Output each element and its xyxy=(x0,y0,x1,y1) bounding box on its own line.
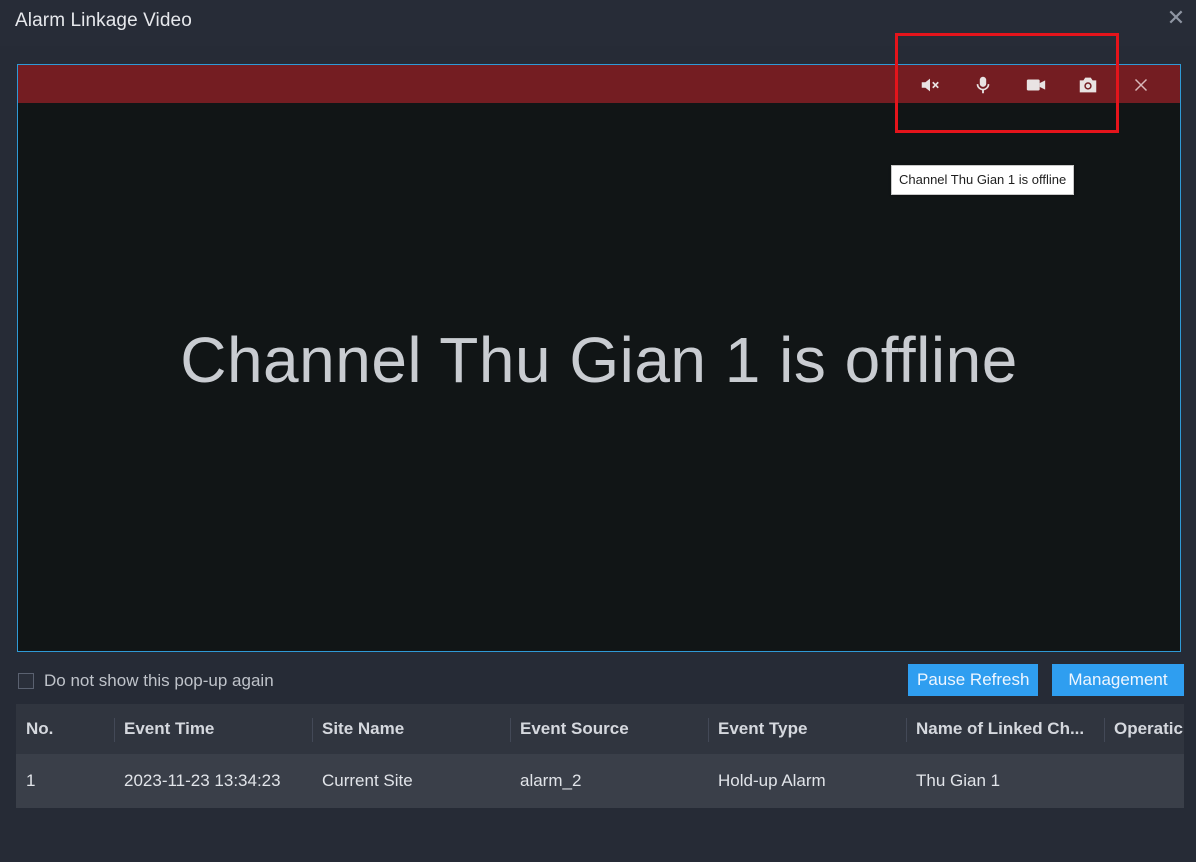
cell-event-time: 2023-11-23 13:34:23 xyxy=(114,754,312,808)
microphone-icon[interactable] xyxy=(970,72,996,98)
cell-operation[interactable] xyxy=(1104,754,1184,808)
column-header-linked-channel[interactable]: Name of Linked Ch... xyxy=(906,704,1104,754)
record-icon[interactable] xyxy=(1023,72,1049,98)
management-button[interactable]: Management xyxy=(1052,664,1184,696)
offline-message: Channel Thu Gian 1 is offline xyxy=(180,324,1018,396)
column-header-event-type[interactable]: Event Type xyxy=(708,704,906,754)
dialog-title: Alarm Linkage Video xyxy=(15,10,192,31)
cell-event-type: Hold-up Alarm xyxy=(708,754,906,808)
event-table: No. Event Time Site Name Event Source Ev… xyxy=(16,704,1184,808)
dialog-titlebar: Alarm Linkage Video ✕ xyxy=(0,0,1196,46)
mute-icon[interactable] xyxy=(917,72,943,98)
pause-refresh-button[interactable]: Pause Refresh xyxy=(908,664,1039,696)
do-not-show-row[interactable]: Do not show this pop-up again xyxy=(18,669,274,693)
do-not-show-checkbox[interactable] xyxy=(18,673,34,689)
cell-linked-channel: Thu Gian 1 xyxy=(906,754,1104,808)
column-header-event-time[interactable]: Event Time xyxy=(114,704,312,754)
video-toolbar xyxy=(18,65,1180,103)
table-row[interactable]: 1 2023-11-23 13:34:23 Current Site alarm… xyxy=(16,754,1184,808)
column-header-operation[interactable]: Operatic xyxy=(1104,704,1184,754)
snapshot-icon[interactable] xyxy=(1075,72,1101,98)
cell-event-source: alarm_2 xyxy=(510,754,708,808)
do-not-show-label[interactable]: Do not show this pop-up again xyxy=(44,671,274,691)
table-header-row: No. Event Time Site Name Event Source Ev… xyxy=(16,704,1184,754)
cell-no: 1 xyxy=(16,754,114,808)
video-player[interactable]: Channel Thu Gian 1 is offline xyxy=(17,64,1181,652)
column-header-no[interactable]: No. xyxy=(16,704,114,754)
column-header-event-source[interactable]: Event Source xyxy=(510,704,708,754)
column-header-site-name[interactable]: Site Name xyxy=(312,704,510,754)
video-close-icon[interactable] xyxy=(1128,72,1154,98)
cell-site-name: Current Site xyxy=(312,754,510,808)
dialog-close-icon[interactable]: ✕ xyxy=(1164,6,1188,30)
offline-tooltip: Channel Thu Gian 1 is offline xyxy=(891,165,1075,195)
